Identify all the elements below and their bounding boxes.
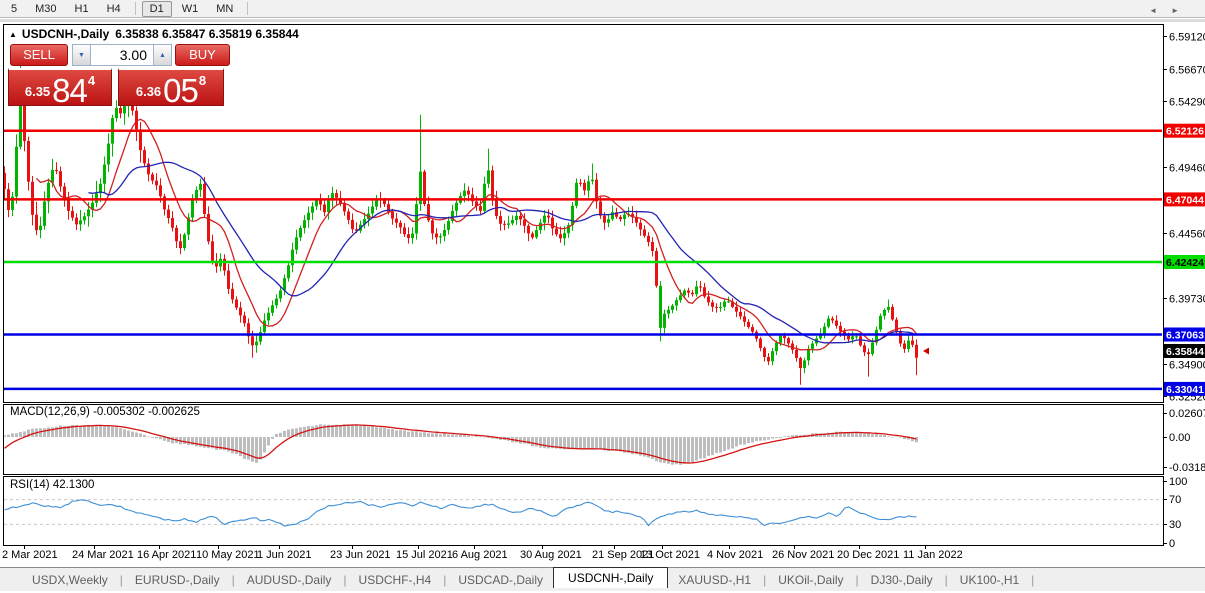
svg-text:6.54290: 6.54290 [1169, 97, 1205, 109]
chart-tab-usdcnh-daily[interactable]: USDCNH-,Daily [553, 567, 668, 588]
buy-price-display[interactable]: 6.36 05 8 [118, 68, 224, 106]
macd-indicator [3, 424, 918, 465]
macd-indicator-label: MACD(12,26,9) -0.005302 -0.002625 [10, 406, 200, 418]
svg-text:23 Jun 2021: 23 Jun 2021 [330, 549, 391, 561]
svg-text:16 Apr 2021: 16 Apr 2021 [137, 549, 196, 561]
rsi-line [5, 500, 917, 526]
chart-symbol-label: USDCNH-,Daily [22, 27, 109, 41]
svg-text:6.35844: 6.35844 [1166, 346, 1204, 358]
rsi-indicator-label: RSI(14) 42.1300 [10, 479, 94, 491]
chart-ohlc-values: 6.35838 6.35847 6.35819 6.35844 [115, 27, 299, 41]
rsi-indicator [5, 500, 917, 526]
svg-text:4 Nov 2021: 4 Nov 2021 [707, 549, 763, 561]
volume-spinner: ▼ ▲ [72, 44, 172, 66]
svg-text:6.47044: 6.47044 [1166, 194, 1204, 206]
svg-text:6.59120: 6.59120 [1169, 32, 1205, 44]
sell-price-pips: 84 [52, 76, 87, 105]
svg-text:10 May 2021: 10 May 2021 [196, 549, 260, 561]
svg-text:13 Oct 2021: 13 Oct 2021 [640, 549, 700, 561]
moving-averages [37, 119, 917, 350]
macd-signal-line [5, 425, 917, 463]
sell-price-base: 6.35 [25, 84, 50, 99]
chart-title: ▲ USDCNH-,Daily 6.35838 6.35847 6.35819 6.… [9, 27, 299, 41]
svg-text:30 Aug 2021: 30 Aug 2021 [520, 549, 582, 561]
svg-text:11 Jan 2022: 11 Jan 2022 [903, 549, 963, 561]
svg-text:20 Dec 2021: 20 Dec 2021 [837, 549, 899, 561]
last-price-arrow-icon [923, 348, 929, 355]
svg-text:6.49460: 6.49460 [1169, 163, 1205, 175]
rsi-pane-border [4, 477, 1164, 546]
svg-text:-0.03187: -0.03187 [1169, 462, 1205, 474]
volume-increase-icon[interactable]: ▲ [153, 44, 172, 66]
svg-text:6.42424: 6.42424 [1166, 257, 1204, 269]
time-axis: 2 Mar 2021 24 Mar 202116 Apr 202110 May 2… [2, 545, 963, 561]
svg-text:6.44560: 6.44560 [1169, 229, 1205, 241]
svg-text:30: 30 [1169, 519, 1181, 531]
svg-text:15 Jul 2021: 15 Jul 2021 [396, 549, 453, 561]
trading-platform-window: 5M30H1H4D1W1MN 6.591206.566706.542906.49… [0, 0, 1205, 593]
svg-text:6.39730: 6.39730 [1169, 294, 1205, 306]
one-click-trade-panel: SELL ▼ ▲ BUY 6.35 84 4 6.36 05 8 [8, 44, 232, 106]
sell-button[interactable]: SELL [10, 44, 68, 66]
ma-fast-line [37, 119, 917, 350]
price-axis: 6.59120 6.56670 6.54290 6.49460 6.44560 6.397… [1163, 32, 1205, 551]
sell-price-display[interactable]: 6.35 84 4 [8, 68, 112, 106]
svg-text:0.02607: 0.02607 [1169, 408, 1205, 420]
buy-price-point: 8 [199, 73, 206, 88]
svg-text:6.33041: 6.33041 [1166, 384, 1204, 396]
svg-text:6.56670: 6.56670 [1169, 65, 1205, 77]
svg-text:0: 0 [1169, 538, 1175, 550]
buy-button[interactable]: BUY [175, 44, 230, 66]
collapse-panel-icon[interactable]: ▲ [9, 30, 17, 39]
svg-text:100: 100 [1169, 476, 1187, 488]
svg-text:6 Aug 2021: 6 Aug 2021 [452, 549, 508, 561]
svg-text:26 Nov 2021: 26 Nov 2021 [772, 549, 834, 561]
sell-price-point: 4 [88, 73, 95, 88]
svg-text:70: 70 [1169, 494, 1181, 506]
svg-text:6.52126: 6.52126 [1166, 126, 1204, 138]
svg-text:0.00: 0.00 [1169, 432, 1190, 444]
price-levels [4, 131, 1162, 389]
buy-price-base: 6.36 [136, 84, 161, 99]
svg-text:2 Mar 2021: 2 Mar 2021 [2, 549, 58, 561]
volume-decrease-icon[interactable]: ▼ [72, 44, 91, 66]
buy-price-pips: 05 [163, 76, 198, 105]
svg-text:6.34900: 6.34900 [1169, 360, 1205, 372]
svg-text:24 Mar 2021: 24 Mar 2021 [72, 549, 134, 561]
svg-text:6.37063: 6.37063 [1166, 330, 1204, 342]
svg-text:1 Jun 2021: 1 Jun 2021 [257, 549, 311, 561]
volume-input[interactable] [91, 44, 153, 66]
